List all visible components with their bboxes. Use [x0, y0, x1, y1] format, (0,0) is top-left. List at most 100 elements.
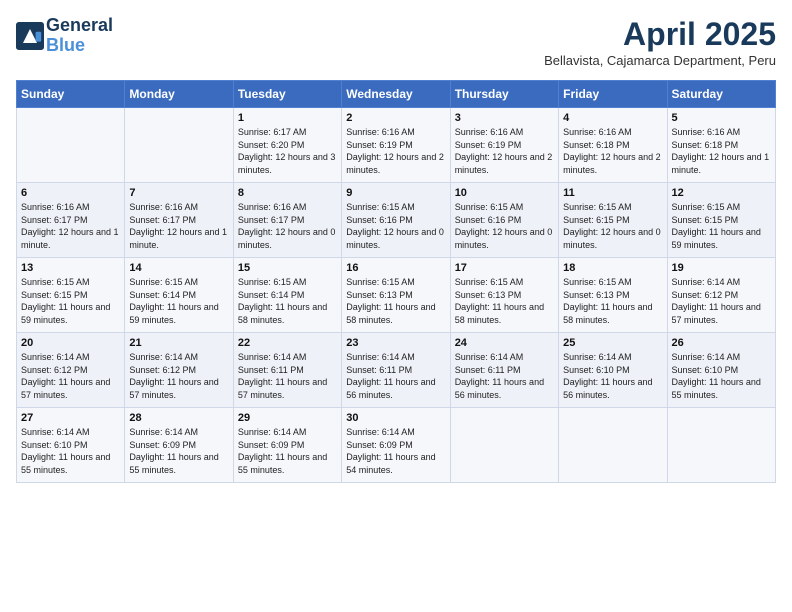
day-info: Sunrise: 6:16 AM Sunset: 6:17 PM Dayligh…: [21, 201, 120, 251]
week-row-4: 20 Sunrise: 6:14 AM Sunset: 6:12 PM Dayli…: [17, 333, 776, 408]
calendar-cell: [559, 408, 667, 483]
day-info: Sunrise: 6:15 AM Sunset: 6:15 PM Dayligh…: [21, 276, 120, 326]
week-row-3: 13 Sunrise: 6:15 AM Sunset: 6:15 PM Dayli…: [17, 258, 776, 333]
day-number: 11: [563, 187, 662, 199]
day-info: Sunrise: 6:14 AM Sunset: 6:10 PM Dayligh…: [21, 426, 120, 476]
day-number: 16: [346, 262, 445, 274]
day-number: 2: [346, 112, 445, 124]
day-info: Sunrise: 6:16 AM Sunset: 6:19 PM Dayligh…: [346, 126, 445, 176]
day-number: 27: [21, 412, 120, 424]
month-title: April 2025: [544, 16, 776, 53]
day-info: Sunrise: 6:14 AM Sunset: 6:11 PM Dayligh…: [238, 351, 337, 401]
calendar-cell: 28 Sunrise: 6:14 AM Sunset: 6:09 PM Dayli…: [125, 408, 233, 483]
day-info: Sunrise: 6:14 AM Sunset: 6:09 PM Dayligh…: [238, 426, 337, 476]
calendar-cell: 19 Sunrise: 6:14 AM Sunset: 6:12 PM Dayli…: [667, 258, 775, 333]
day-number: 30: [346, 412, 445, 424]
day-info: Sunrise: 6:15 AM Sunset: 6:15 PM Dayligh…: [563, 201, 662, 251]
week-row-5: 27 Sunrise: 6:14 AM Sunset: 6:10 PM Dayli…: [17, 408, 776, 483]
day-info: Sunrise: 6:15 AM Sunset: 6:14 PM Dayligh…: [238, 276, 337, 326]
calendar-cell: [450, 408, 558, 483]
calendar-cell: 18 Sunrise: 6:15 AM Sunset: 6:13 PM Dayli…: [559, 258, 667, 333]
day-info: Sunrise: 6:17 AM Sunset: 6:20 PM Dayligh…: [238, 126, 337, 176]
day-info: Sunrise: 6:15 AM Sunset: 6:13 PM Dayligh…: [563, 276, 662, 326]
day-number: 17: [455, 262, 554, 274]
calendar-cell: 23 Sunrise: 6:14 AM Sunset: 6:11 PM Dayli…: [342, 333, 450, 408]
day-info: Sunrise: 6:14 AM Sunset: 6:10 PM Dayligh…: [563, 351, 662, 401]
day-number: 21: [129, 337, 228, 349]
day-number: 29: [238, 412, 337, 424]
day-number: 5: [672, 112, 771, 124]
day-info: Sunrise: 6:14 AM Sunset: 6:12 PM Dayligh…: [129, 351, 228, 401]
logo: General Blue: [16, 16, 113, 56]
calendar-cell: 9 Sunrise: 6:15 AM Sunset: 6:16 PM Daylig…: [342, 183, 450, 258]
logo-icon: [16, 22, 44, 50]
day-info: Sunrise: 6:15 AM Sunset: 6:16 PM Dayligh…: [455, 201, 554, 251]
header-day-tuesday: Tuesday: [233, 81, 341, 108]
day-number: 6: [21, 187, 120, 199]
calendar-header: SundayMondayTuesdayWednesdayThursdayFrid…: [17, 81, 776, 108]
calendar-body: 1 Sunrise: 6:17 AM Sunset: 6:20 PM Daylig…: [17, 108, 776, 483]
day-info: Sunrise: 6:14 AM Sunset: 6:11 PM Dayligh…: [455, 351, 554, 401]
day-info: Sunrise: 6:15 AM Sunset: 6:16 PM Dayligh…: [346, 201, 445, 251]
calendar-cell: 13 Sunrise: 6:15 AM Sunset: 6:15 PM Dayli…: [17, 258, 125, 333]
calendar-cell: 10 Sunrise: 6:15 AM Sunset: 6:16 PM Dayli…: [450, 183, 558, 258]
day-number: 10: [455, 187, 554, 199]
day-number: 20: [21, 337, 120, 349]
title-block: April 2025 Bellavista, Cajamarca Departm…: [544, 16, 776, 68]
calendar-cell: 6 Sunrise: 6:16 AM Sunset: 6:17 PM Daylig…: [17, 183, 125, 258]
calendar-cell: [17, 108, 125, 183]
calendar-cell: 7 Sunrise: 6:16 AM Sunset: 6:17 PM Daylig…: [125, 183, 233, 258]
day-number: 4: [563, 112, 662, 124]
day-info: Sunrise: 6:14 AM Sunset: 6:09 PM Dayligh…: [346, 426, 445, 476]
day-info: Sunrise: 6:14 AM Sunset: 6:12 PM Dayligh…: [672, 276, 771, 326]
location: Bellavista, Cajamarca Department, Peru: [544, 53, 776, 68]
day-number: 19: [672, 262, 771, 274]
day-info: Sunrise: 6:15 AM Sunset: 6:13 PM Dayligh…: [346, 276, 445, 326]
header-row: SundayMondayTuesdayWednesdayThursdayFrid…: [17, 81, 776, 108]
calendar-cell: 15 Sunrise: 6:15 AM Sunset: 6:14 PM Dayli…: [233, 258, 341, 333]
day-info: Sunrise: 6:14 AM Sunset: 6:09 PM Dayligh…: [129, 426, 228, 476]
day-number: 7: [129, 187, 228, 199]
calendar-cell: 30 Sunrise: 6:14 AM Sunset: 6:09 PM Dayli…: [342, 408, 450, 483]
header-day-sunday: Sunday: [17, 81, 125, 108]
day-info: Sunrise: 6:15 AM Sunset: 6:13 PM Dayligh…: [455, 276, 554, 326]
day-number: 8: [238, 187, 337, 199]
day-number: 28: [129, 412, 228, 424]
week-row-1: 1 Sunrise: 6:17 AM Sunset: 6:20 PM Daylig…: [17, 108, 776, 183]
calendar-cell: [667, 408, 775, 483]
day-number: 18: [563, 262, 662, 274]
calendar-cell: 16 Sunrise: 6:15 AM Sunset: 6:13 PM Dayli…: [342, 258, 450, 333]
day-info: Sunrise: 6:14 AM Sunset: 6:12 PM Dayligh…: [21, 351, 120, 401]
day-number: 3: [455, 112, 554, 124]
calendar-cell: [125, 108, 233, 183]
day-number: 1: [238, 112, 337, 124]
header-day-monday: Monday: [125, 81, 233, 108]
calendar-cell: 17 Sunrise: 6:15 AM Sunset: 6:13 PM Dayli…: [450, 258, 558, 333]
calendar-cell: 2 Sunrise: 6:16 AM Sunset: 6:19 PM Daylig…: [342, 108, 450, 183]
day-number: 15: [238, 262, 337, 274]
calendar-cell: 5 Sunrise: 6:16 AM Sunset: 6:18 PM Daylig…: [667, 108, 775, 183]
calendar-cell: 24 Sunrise: 6:14 AM Sunset: 6:11 PM Dayli…: [450, 333, 558, 408]
day-number: 25: [563, 337, 662, 349]
day-number: 22: [238, 337, 337, 349]
calendar-cell: 25 Sunrise: 6:14 AM Sunset: 6:10 PM Dayli…: [559, 333, 667, 408]
header-day-thursday: Thursday: [450, 81, 558, 108]
day-number: 9: [346, 187, 445, 199]
header-day-saturday: Saturday: [667, 81, 775, 108]
calendar-cell: 11 Sunrise: 6:15 AM Sunset: 6:15 PM Dayli…: [559, 183, 667, 258]
calendar-cell: 22 Sunrise: 6:14 AM Sunset: 6:11 PM Dayli…: [233, 333, 341, 408]
day-number: 24: [455, 337, 554, 349]
calendar-table: SundayMondayTuesdayWednesdayThursdayFrid…: [16, 80, 776, 483]
logo-text: General Blue: [46, 16, 113, 56]
day-info: Sunrise: 6:16 AM Sunset: 6:17 PM Dayligh…: [129, 201, 228, 251]
day-number: 13: [21, 262, 120, 274]
calendar-cell: 8Sunrise: 6:16 AM Sunset: 6:17 PM Daylig…: [233, 183, 341, 258]
day-info: Sunrise: 6:16 AM Sunset: 6:19 PM Dayligh…: [455, 126, 554, 176]
day-number: 23: [346, 337, 445, 349]
day-info: Sunrise: 6:16 AM Sunset: 6:18 PM Dayligh…: [672, 126, 771, 176]
day-info: Sunrise: 6:14 AM Sunset: 6:11 PM Dayligh…: [346, 351, 445, 401]
calendar-cell: 3 Sunrise: 6:16 AM Sunset: 6:19 PM Daylig…: [450, 108, 558, 183]
calendar-cell: 27 Sunrise: 6:14 AM Sunset: 6:10 PM Dayli…: [17, 408, 125, 483]
calendar-cell: 21 Sunrise: 6:14 AM Sunset: 6:12 PM Dayli…: [125, 333, 233, 408]
calendar-cell: 14Sunrise: 6:15 AM Sunset: 6:14 PM Dayli…: [125, 258, 233, 333]
